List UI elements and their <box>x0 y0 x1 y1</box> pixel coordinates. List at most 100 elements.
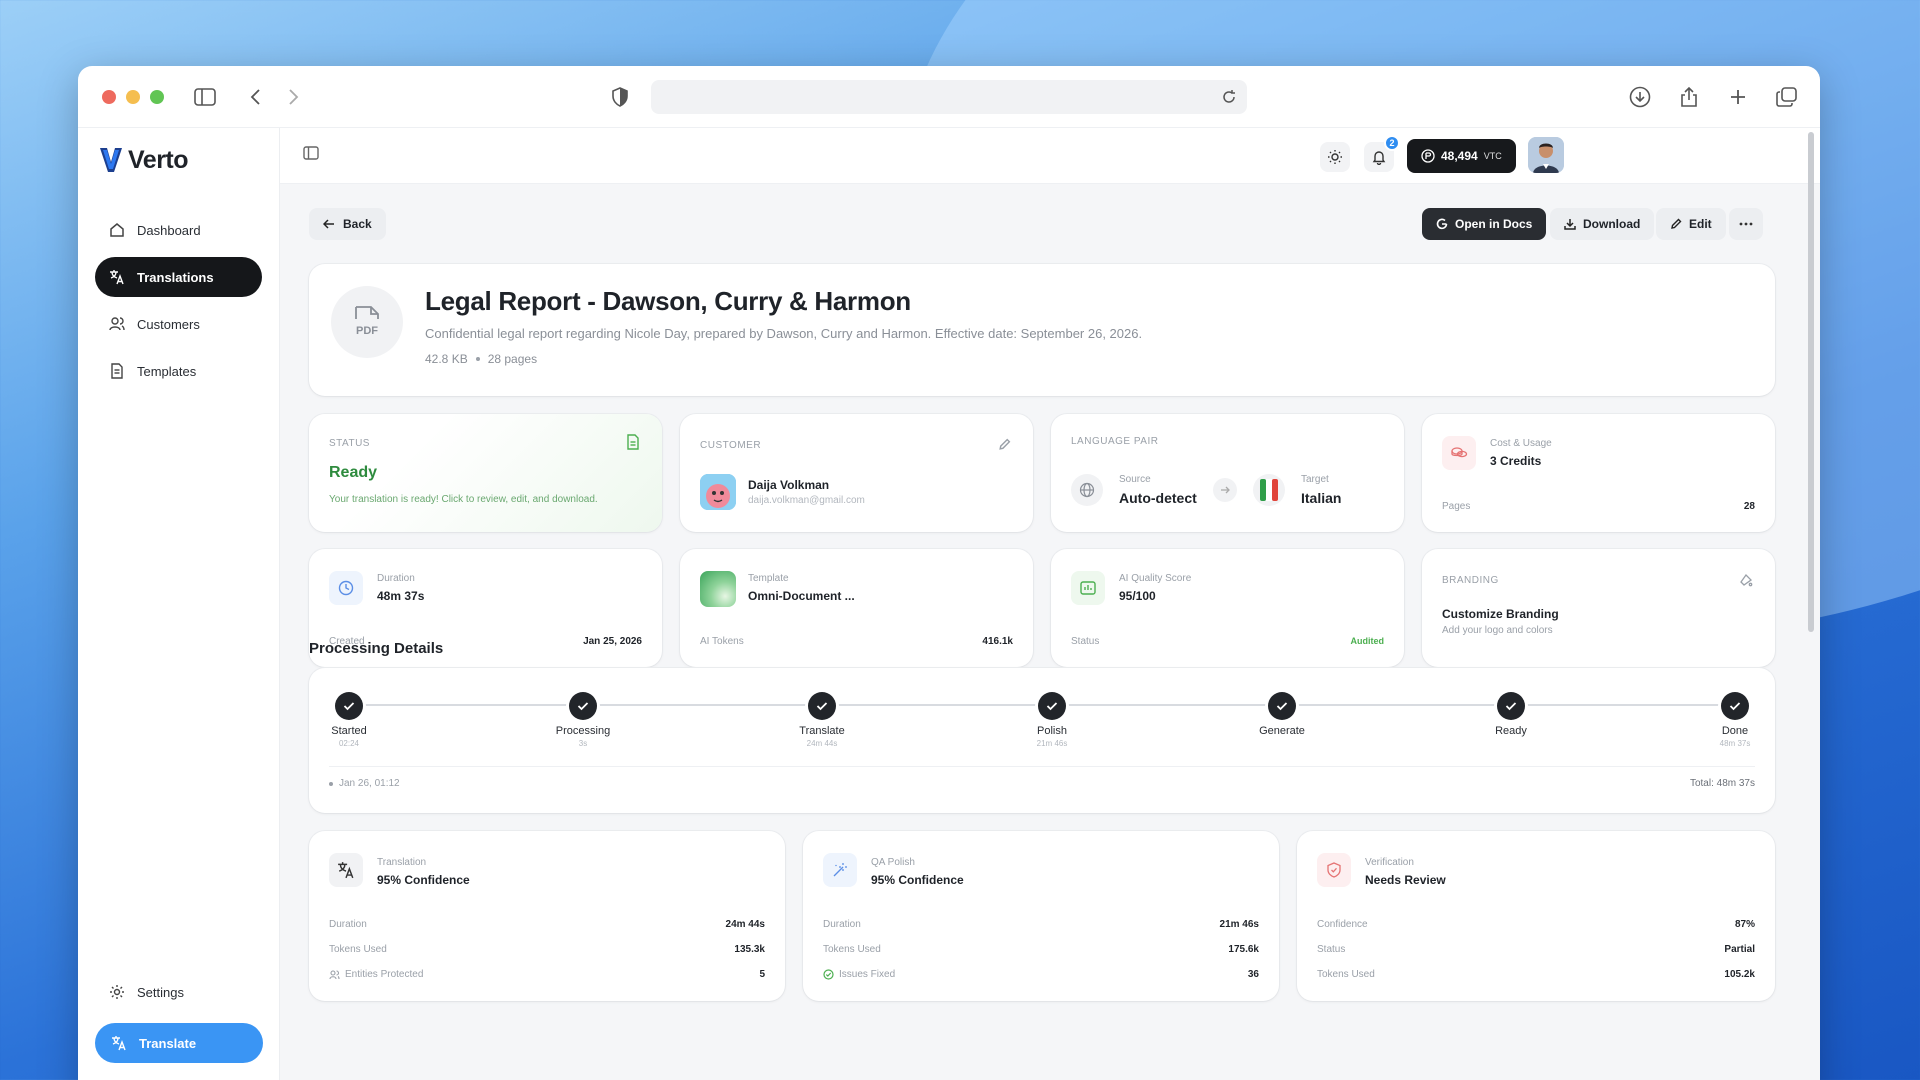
sidebar: Verto Dashboard Translations Customers T… <box>78 128 280 1080</box>
step-time: 3s <box>578 739 588 748</box>
shield-icon[interactable] <box>608 85 632 109</box>
sidebar-item-label: Translations <box>137 269 214 285</box>
download-icon <box>1564 219 1576 230</box>
branding-title: Customize Branding <box>1442 607 1559 621</box>
target-language: Italian <box>1301 490 1342 506</box>
sidebar-item-settings[interactable]: Settings <box>95 972 263 1012</box>
detail-row: Status Partial <box>1317 944 1755 955</box>
pdf-file-icon: PDF <box>331 286 403 358</box>
minimize-window-button[interactable] <box>126 89 140 104</box>
panel-toggle-icon[interactable] <box>303 146 319 165</box>
translate-icon <box>110 270 124 285</box>
ai-tokens-row: AI Tokens 416.1k <box>700 636 1013 647</box>
back-button[interactable]: Back <box>309 208 386 240</box>
address-bar[interactable] <box>651 80 1247 114</box>
reload-icon[interactable] <box>1217 85 1241 109</box>
forward-nav-icon[interactable] <box>282 85 306 109</box>
new-tab-icon[interactable] <box>1726 85 1750 109</box>
template-label: Template <box>748 573 789 584</box>
sidebar-item-customers[interactable]: Customers <box>95 304 262 344</box>
tab-overview-icon[interactable] <box>1775 85 1799 109</box>
credits-balance[interactable]: 48,494 VTC <box>1407 139 1516 173</box>
user-avatar[interactable] <box>1528 137 1564 173</box>
source-language: Auto-detect <box>1119 490 1197 506</box>
document-title: Legal Report - Dawson, Curry & Harmon <box>425 286 911 316</box>
settings-label: Settings <box>137 984 184 1000</box>
step-done: Done 48m 37s <box>1685 692 1785 748</box>
close-window-button[interactable] <box>102 89 116 104</box>
notifications-button[interactable]: 2 <box>1364 135 1400 172</box>
qa-polish-detail-card: QA Polish 95% Confidence Duration 21m 46s… <box>803 831 1279 1001</box>
sidebar-item-templates[interactable]: Templates <box>95 351 262 391</box>
check-icon <box>335 692 363 720</box>
quality-status-row: Status Audited <box>1071 636 1384 647</box>
arrow-right-icon <box>1213 478 1237 502</box>
file-outline-icon: PDF <box>355 306 379 337</box>
magic-wand-icon <box>823 853 857 887</box>
pencil-icon[interactable] <box>998 438 1011 456</box>
customer-card[interactable]: CUSTOMER Daija Volkman daija.volkman@gma… <box>680 414 1033 532</box>
sidebar-item-translations[interactable]: Translations <box>95 257 262 297</box>
edit-button[interactable]: Edit <box>1656 208 1726 240</box>
status-message: Your translation is ready! Click to revi… <box>329 494 598 505</box>
ai-tokens-label: AI Tokens <box>700 636 744 647</box>
more-options-button[interactable] <box>1729 208 1763 240</box>
detail-value: 5 <box>759 969 765 980</box>
theme-toggle-button[interactable] <box>1320 142 1350 172</box>
svg-text:PDF: PDF <box>356 325 378 337</box>
processing-title: Processing Details <box>309 640 444 657</box>
meta-separator <box>475 357 480 361</box>
timeline-date-text: Jan 26, 01:12 <box>339 778 400 789</box>
detail-key: Status <box>1317 944 1346 955</box>
step-time: 21m 46s <box>1036 739 1068 748</box>
check-icon <box>808 692 836 720</box>
step-time: 24m 44s <box>806 739 838 748</box>
google-icon <box>1436 218 1448 230</box>
browser-chrome <box>78 66 1820 128</box>
translate-icon <box>112 1036 126 1051</box>
clock-icon <box>329 571 363 605</box>
detail-row: Duration 21m 46s <box>823 919 1259 930</box>
branding-subtitle: Add your logo and colors <box>1442 625 1553 636</box>
step-ready: Ready <box>1461 692 1561 739</box>
pencil-icon <box>1671 218 1682 229</box>
sidebar-item-dashboard[interactable]: Dashboard <box>95 210 262 250</box>
translate-button-label: Translate <box>139 1035 197 1051</box>
status-card[interactable]: STATUS Ready Your translation is ready! … <box>309 414 662 532</box>
download-icon[interactable] <box>1628 85 1652 109</box>
credits-amount: 48,494 <box>1441 149 1478 163</box>
detail-value: 87% <box>1734 919 1755 930</box>
branding-card[interactable]: BRANDING Customize Branding Add your log… <box>1422 549 1775 667</box>
check-icon <box>1038 692 1066 720</box>
maximize-window-button[interactable] <box>150 89 164 104</box>
back-nav-icon[interactable] <box>243 85 267 109</box>
detail-key: Confidence <box>1317 919 1368 930</box>
detail-key: Tokens Used <box>1317 969 1375 980</box>
globe-icon <box>1071 474 1103 506</box>
sidebar-toggle-icon[interactable] <box>193 85 217 109</box>
template-card[interactable]: Template Omni-Document ... AI Tokens 416… <box>680 549 1033 667</box>
duration-value: 48m 37s <box>377 589 425 603</box>
scrollbar-thumb[interactable] <box>1808 132 1814 632</box>
browser-window: Verto Dashboard Translations Customers T… <box>78 66 1820 1080</box>
template-thumbnail <box>700 571 736 607</box>
check-circle-icon <box>823 969 834 980</box>
detail-row: Entities Protected 5 <box>329 969 765 980</box>
open-in-docs-button[interactable]: Open in Docs <box>1422 208 1547 240</box>
gear-icon <box>110 985 124 999</box>
share-icon[interactable] <box>1677 85 1701 109</box>
coin-icon <box>1421 149 1435 163</box>
detail-value: 21m 46s <box>1219 919 1259 930</box>
detail-row: Duration 24m 44s <box>329 919 765 930</box>
customer-email: daija.volkman@gmail.com <box>748 495 865 506</box>
translate-button[interactable]: Translate <box>95 1023 263 1063</box>
timeline-total: Total: 48m 37s <box>1689 778 1755 789</box>
download-button[interactable]: Download <box>1550 208 1655 240</box>
app-logo[interactable]: Verto <box>98 142 279 178</box>
translation-label: Translation <box>377 857 427 868</box>
detail-key: Issues Fixed <box>839 969 896 980</box>
quality-status-value: Audited <box>1350 636 1385 646</box>
created-value: Jan 25, 2026 <box>583 636 642 647</box>
detail-key: Tokens Used <box>329 944 387 955</box>
check-icon <box>1268 692 1296 720</box>
